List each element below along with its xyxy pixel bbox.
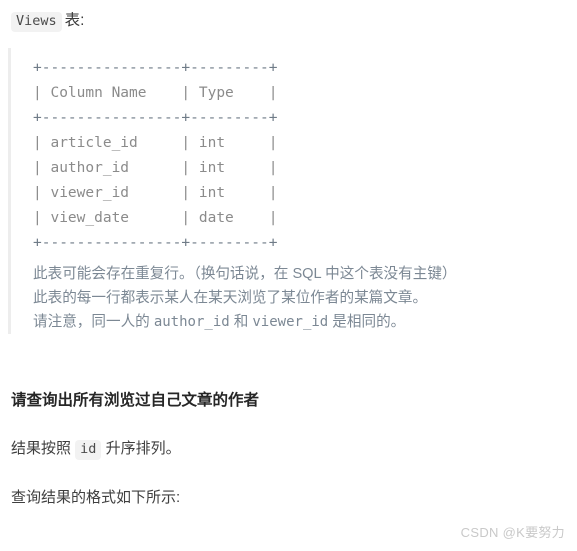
author-id-code: author_id — [153, 314, 230, 330]
id-code-badge: id — [75, 440, 102, 460]
table-border-bottom: +----------------+---------+ — [33, 235, 278, 251]
page-root: Views 表: +----------------+---------+ | C… — [0, 0, 577, 551]
format-note: 查询结果的格式如下所示: — [11, 489, 181, 506]
page-title-suffix: 表: — [64, 12, 85, 29]
views-code-badge: Views — [11, 12, 62, 32]
page-title: Views 表: — [11, 10, 84, 32]
schema-ascii-table: +----------------+---------+ | Column Na… — [11, 48, 568, 256]
table-border-top: +----------------+---------+ — [33, 60, 278, 76]
note-row-meaning: 此表的每一行都表示某人在某天浏览了某位作者的某篇文章。 — [33, 290, 428, 306]
table-row: | view_date | date | — [33, 210, 278, 226]
task-statement: 请查询出所有浏览过自己文章的作者 — [11, 392, 260, 409]
schema-notes: 此表可能会存在重复行。（换句话说，在 SQL 中这个表没有主键） 此表的每一行都… — [11, 256, 568, 334]
note-duplicate-rows: 此表可能会存在重复行。（换句话说，在 SQL 中这个表没有主键） — [33, 266, 457, 282]
csdn-watermark: CSDN @K要努力 — [460, 525, 565, 540]
note-same-person: 请注意，同一人的 author_id 和 viewer_id 是相同的。 — [33, 314, 406, 330]
table-row: | viewer_id | int | — [33, 185, 278, 201]
table-row: | author_id | int | — [33, 160, 278, 176]
table-row: | article_id | int | — [33, 135, 278, 151]
order-statement: 结果按照 id 升序排列。 — [11, 438, 181, 460]
table-border-mid: +----------------+---------+ — [33, 110, 278, 126]
table-header-row: | Column Name | Type | — [33, 85, 278, 101]
viewer-id-code: viewer_id — [252, 314, 329, 330]
schema-blockquote: +----------------+---------+ | Column Na… — [8, 48, 568, 334]
